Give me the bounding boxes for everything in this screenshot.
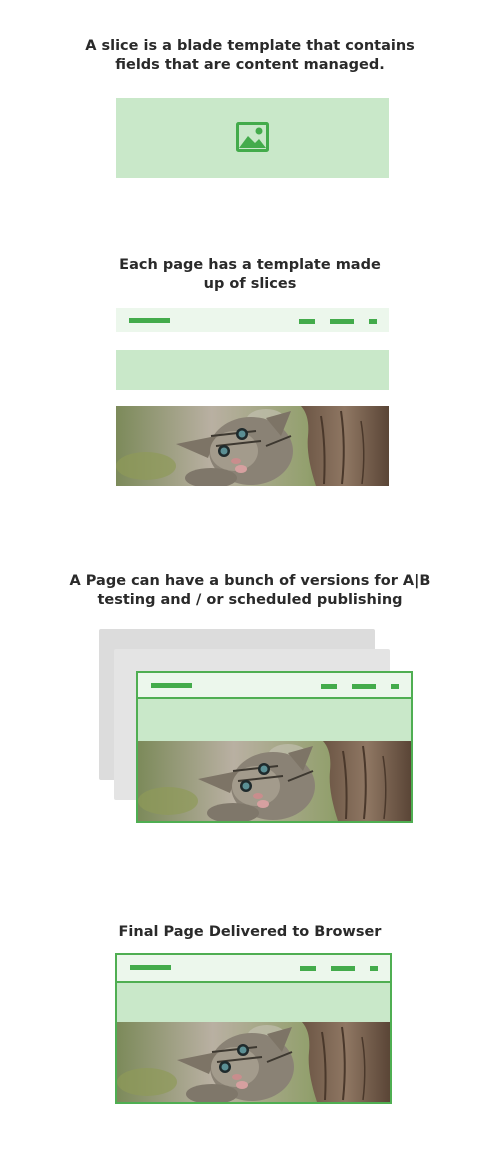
nav-item-bar	[370, 966, 378, 971]
page-header-slice	[138, 673, 411, 699]
page-body-slice	[138, 699, 411, 741]
kitten-photo	[117, 1022, 390, 1102]
template-body-slice	[116, 350, 389, 390]
nav-item-bar	[300, 966, 316, 971]
section-2-caption: Each page has a template made up of slic…	[0, 256, 500, 294]
nav-item-bar	[331, 966, 355, 971]
image-placeholder-icon	[236, 122, 269, 152]
page-version-front	[136, 671, 413, 823]
template-header-slice	[116, 308, 389, 332]
nav-item-bar	[330, 319, 354, 324]
section-2-caption-line-1: Each page has a template made	[119, 257, 381, 273]
final-page	[115, 953, 392, 1104]
nav-item-bar	[321, 684, 337, 689]
section-3-caption-line-2: testing and / or scheduled publishing	[97, 592, 403, 608]
slice-block	[116, 98, 389, 178]
nav-item-bar	[299, 319, 315, 324]
section-3-caption-line-1: A Page can have a bunch of versions for …	[69, 573, 431, 589]
section-4-caption: Final Page Delivered to Browser	[0, 923, 500, 942]
final-header-slice	[117, 955, 390, 983]
kitten-photo	[116, 406, 389, 486]
kitten-photo	[138, 741, 411, 821]
section-2-caption-line-2: up of slices	[203, 276, 297, 292]
nav-item-bar	[369, 319, 377, 324]
logo-bar	[129, 318, 170, 323]
nav-item-bar	[352, 684, 376, 689]
final-body-slice	[117, 983, 390, 1022]
section-4-caption-line-1: Final Page Delivered to Browser	[118, 924, 382, 940]
section-1-caption-line-1: A slice is a blade template that contain…	[85, 38, 415, 54]
section-1-caption-line-2: fields that are content managed.	[115, 57, 385, 73]
nav-item-bar	[391, 684, 399, 689]
logo-bar	[130, 965, 171, 970]
section-3-caption: A Page can have a bunch of versions for …	[0, 572, 500, 610]
logo-bar	[151, 683, 192, 688]
section-1-caption: A slice is a blade template that contain…	[0, 37, 500, 75]
